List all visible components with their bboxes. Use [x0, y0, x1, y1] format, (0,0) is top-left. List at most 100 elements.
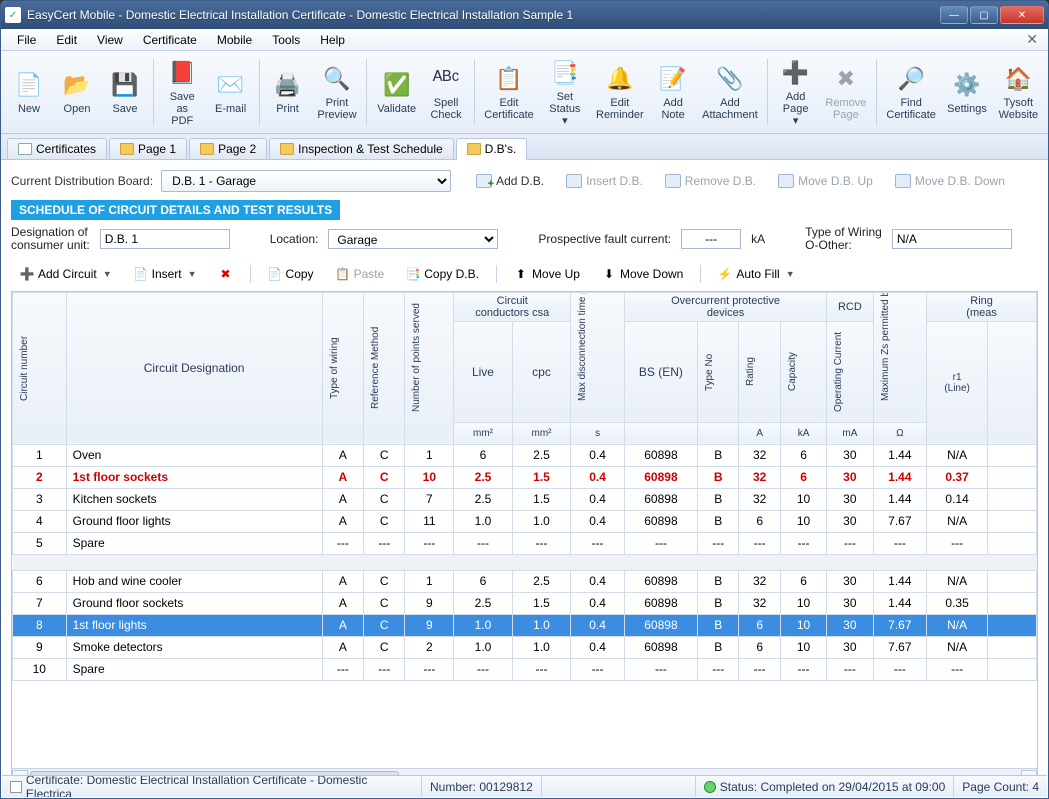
new-icon: 📄: [13, 69, 45, 101]
table-row[interactable]: 81st floor lightsAC91.01.00.460898B61030…: [13, 614, 1037, 636]
move-down-button[interactable]: ⬇Move Down: [593, 263, 692, 285]
tab-page-2[interactable]: Page 2: [189, 138, 267, 159]
tab-certificates[interactable]: Certificates: [7, 138, 107, 159]
table-row-blank: [13, 554, 1037, 570]
print-button[interactable]: 🖨️Print: [266, 55, 310, 129]
add-note-button[interactable]: 📝Add Note: [651, 55, 695, 129]
pfc-input[interactable]: [681, 229, 741, 249]
wiring-input[interactable]: [892, 229, 1012, 249]
print-preview-button[interactable]: 🔍Print Preview: [314, 55, 361, 129]
folder-icon: [120, 143, 134, 155]
copy-icon: 📄: [268, 267, 282, 281]
status-certificate: Certificate: Domestic Electrical Install…: [26, 776, 413, 797]
close-button[interactable]: ✕: [1000, 6, 1044, 24]
find-certificate-button-label: Find Certificate: [886, 97, 936, 121]
folder-icon: [467, 143, 481, 155]
find-certificate-button[interactable]: 🔎Find Certificate: [883, 55, 939, 129]
print-preview-icon: 🔍: [321, 63, 353, 95]
table-row[interactable]: 5Spare----------------------------------…: [13, 532, 1037, 554]
menu-tools[interactable]: Tools: [262, 31, 310, 49]
menu-help[interactable]: Help: [310, 31, 355, 49]
tab-page-1[interactable]: Page 1: [109, 138, 187, 159]
spellcheck-icon: ᴬᴮᶜ: [430, 63, 462, 95]
folder-icon: [280, 143, 294, 155]
table-row[interactable]: 9Smoke detectorsAC21.01.00.460898B610307…: [13, 636, 1037, 658]
menu-edit[interactable]: Edit: [46, 31, 87, 49]
set-status-button-label: Set Status ▾: [547, 91, 582, 127]
insert-circuit-icon: 📄: [134, 267, 148, 281]
tab-inspection-test-schedule[interactable]: Inspection & Test Schedule: [269, 138, 454, 159]
auto-fill-button[interactable]: ⚡Auto Fill▼: [709, 263, 803, 285]
current-db-select[interactable]: D.B. 1 - Garage: [161, 170, 451, 192]
email-button-label: E-mail: [215, 103, 246, 115]
copy-button[interactable]: 📄Copy: [259, 263, 323, 285]
maximize-button[interactable]: ▢: [970, 6, 998, 24]
menu-view[interactable]: View: [87, 31, 133, 49]
circuit-table[interactable]: Circuit numberCircuit DesignationType of…: [12, 292, 1037, 681]
validate-button[interactable]: ✅Validate: [373, 55, 420, 129]
set-status-button[interactable]: 📑Set Status ▾: [541, 55, 588, 129]
current-db-label: Current Distribution Board:: [11, 174, 153, 188]
edit-certificate-button[interactable]: 📋Edit Certificate: [481, 55, 537, 129]
open-button[interactable]: 📂Open: [55, 55, 99, 129]
location-select[interactable]: Garage: [328, 229, 498, 249]
pfc-unit: kA: [751, 232, 765, 246]
copy-db-button[interactable]: 📑Copy D.B.: [397, 263, 488, 285]
add-attachment-button-label: Add Attachment: [702, 97, 758, 121]
table-row[interactable]: 3Kitchen socketsAC72.51.50.460898B321030…: [13, 488, 1037, 510]
add-db-button[interactable]: Add D.B.: [467, 171, 553, 191]
designation-input[interactable]: [100, 229, 230, 249]
edit-reminder-button-label: Edit Reminder: [596, 97, 644, 121]
tysoft-website-button[interactable]: 🏠Tysoft Website: [995, 55, 1042, 129]
edit-reminder-button[interactable]: 🔔Edit Reminder: [593, 55, 648, 129]
save-button-label: Save: [112, 103, 137, 115]
print-button-label: Print: [276, 103, 299, 115]
location-label: Location:: [270, 233, 319, 246]
edit-reminder-icon: 🔔: [604, 63, 636, 95]
menu-mobile[interactable]: Mobile: [207, 31, 262, 49]
auto-fill-icon: ⚡: [718, 267, 732, 281]
add-circuit-button[interactable]: ➕Add Circuit▼: [11, 263, 121, 285]
save-pdf-button[interactable]: 📕Save as PDF: [160, 55, 205, 129]
designation-label: Designation of consumer unit:: [11, 226, 90, 252]
add-attachment-button[interactable]: 📎Add Attachment: [699, 55, 761, 129]
tab-d-b-s-[interactable]: D.B's.: [456, 138, 528, 160]
save-pdf-button-label: Save as PDF: [166, 91, 199, 127]
table-row[interactable]: 6Hob and wine coolerAC162.50.460898B3263…: [13, 570, 1037, 592]
close-document-button[interactable]: ✕: [1022, 31, 1042, 48]
remove-db-button: Remove D.B.: [656, 171, 765, 191]
delete-circuit-button[interactable]: ✖: [210, 263, 242, 285]
minimize-button[interactable]: —: [940, 6, 968, 24]
menu-file[interactable]: File: [7, 31, 46, 49]
add-page-button[interactable]: ➕Add Page ▾: [774, 55, 818, 129]
dropdown-caret-icon: ▼: [188, 269, 197, 279]
tysoft-website-icon: 🏠: [1002, 63, 1034, 95]
table-row[interactable]: 1OvenAC162.50.460898B326301.44N/A: [13, 444, 1037, 466]
insert-circuit-button[interactable]: 📄Insert▼: [125, 263, 206, 285]
save-button[interactable]: 💾Save: [103, 55, 147, 129]
menu-bar: FileEditViewCertificateMobileToolsHelp ✕: [1, 29, 1048, 51]
remove-page-button: ✖Remove Page: [822, 55, 871, 129]
db-icon: [665, 174, 681, 188]
document-tabs: CertificatesPage 1Page 2Inspection & Tes…: [1, 134, 1048, 160]
add-page-button-label: Add Page ▾: [780, 91, 812, 127]
dropdown-caret-icon: ▼: [786, 269, 795, 279]
table-row[interactable]: 7Ground floor socketsAC92.51.50.460898B3…: [13, 592, 1037, 614]
pfc-label: Prospective fault current:: [538, 233, 671, 246]
settings-button-label: Settings: [947, 103, 987, 115]
email-button[interactable]: ✉️ E-mail: [209, 55, 253, 129]
spellcheck-button[interactable]: ᴬᴮᶜSpell Check: [424, 55, 468, 129]
settings-button[interactable]: ⚙️Settings: [943, 55, 990, 129]
move-db-up-button: Move D.B. Up: [769, 171, 882, 191]
menu-certificate[interactable]: Certificate: [133, 31, 207, 49]
title-bar: ✓ EasyCert Mobile - Domestic Electrical …: [1, 1, 1048, 29]
table-row[interactable]: 10Spare---------------------------------…: [13, 658, 1037, 680]
db-icon: [895, 174, 911, 188]
email-icon: ✉️: [215, 69, 247, 101]
validate-icon: ✅: [381, 69, 413, 101]
new-button[interactable]: 📄New: [7, 55, 51, 129]
table-row[interactable]: 4Ground floor lightsAC111.01.00.460898B6…: [13, 510, 1037, 532]
table-row[interactable]: 21st floor socketsAC102.51.50.460898B326…: [13, 466, 1037, 488]
move-up-button[interactable]: ⬆Move Up: [505, 263, 589, 285]
folder-icon: [200, 143, 214, 155]
